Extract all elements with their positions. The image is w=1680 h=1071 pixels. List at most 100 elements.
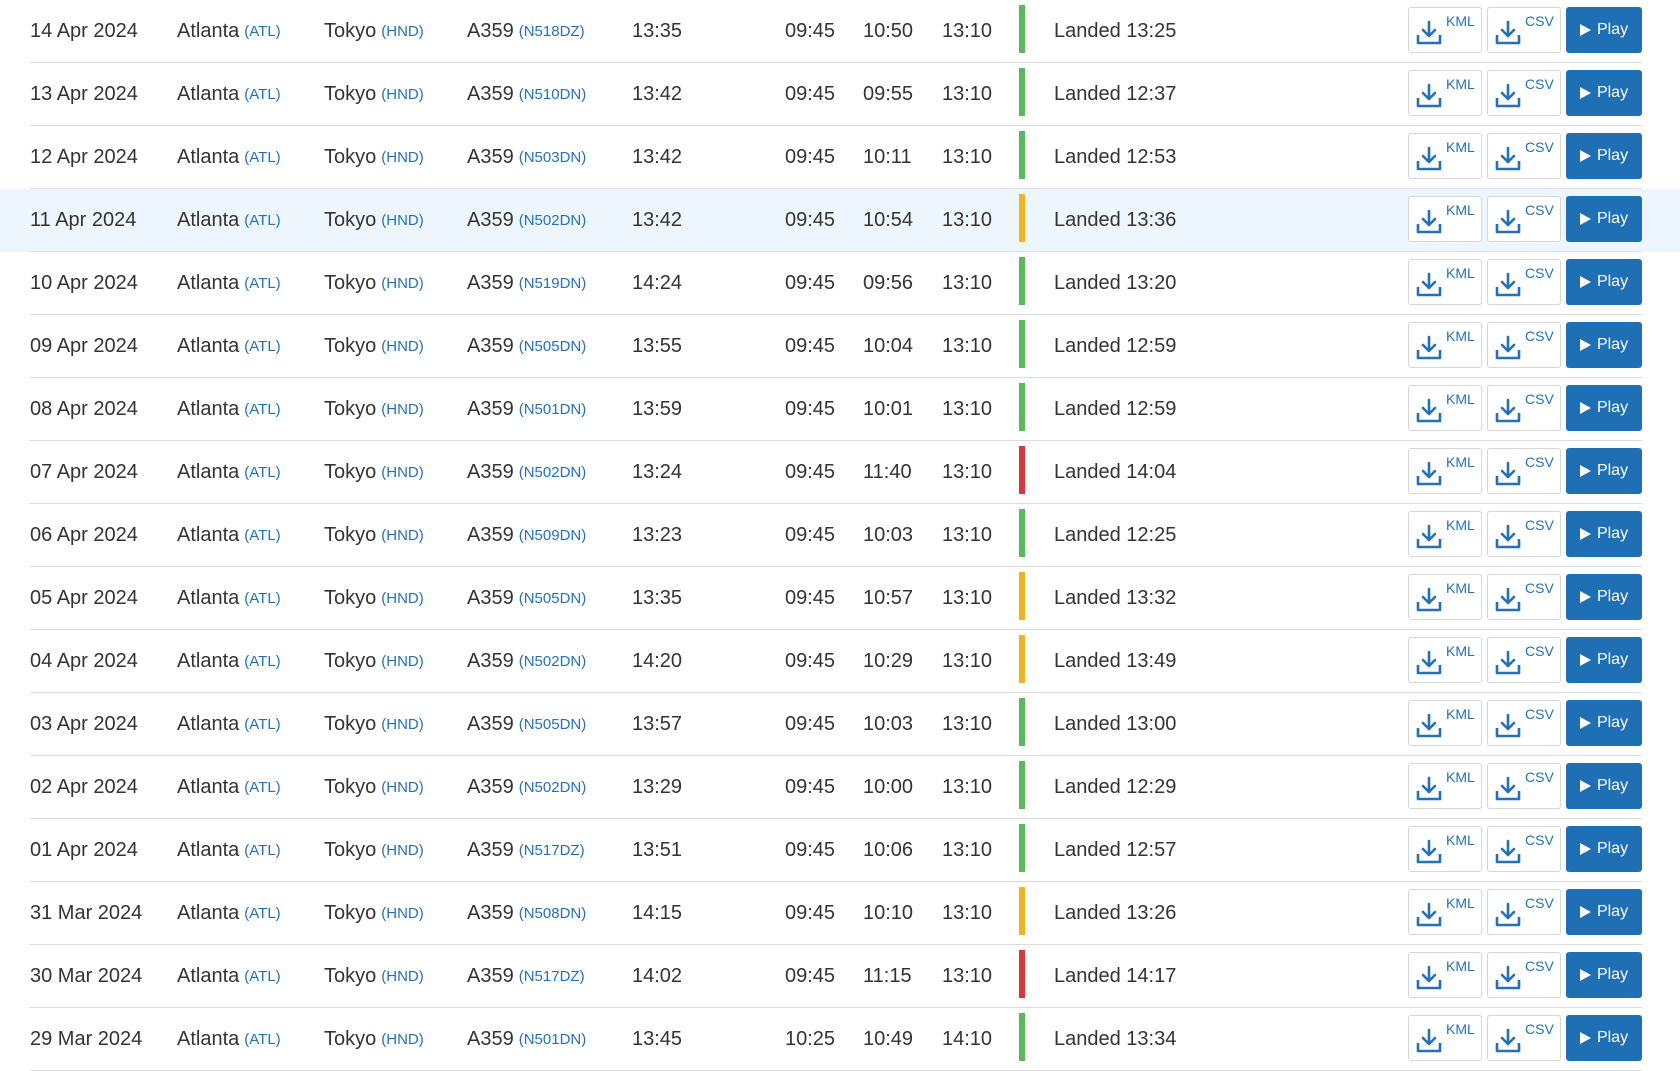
- origin-code-link[interactable]: (ATL): [244, 716, 280, 733]
- kml-download-button[interactable]: KML: [1408, 763, 1482, 809]
- play-button[interactable]: Play: [1566, 637, 1642, 683]
- csv-download-button[interactable]: CSV: [1487, 448, 1561, 494]
- aircraft-registration-link[interactable]: (N505DN): [519, 338, 587, 355]
- origin-code-link[interactable]: (ATL): [244, 401, 280, 418]
- csv-download-button[interactable]: CSV: [1487, 511, 1561, 557]
- csv-download-button[interactable]: CSV: [1487, 700, 1561, 746]
- destination-code-link[interactable]: (HND): [381, 338, 424, 355]
- csv-download-button[interactable]: CSV: [1487, 952, 1561, 998]
- destination-code-link[interactable]: (HND): [381, 653, 424, 670]
- play-button[interactable]: Play: [1566, 889, 1642, 935]
- kml-download-button[interactable]: KML: [1408, 952, 1482, 998]
- kml-download-button[interactable]: KML: [1408, 448, 1482, 494]
- csv-download-button[interactable]: CSV: [1487, 7, 1561, 53]
- play-button[interactable]: Play: [1566, 826, 1642, 872]
- destination-code-link[interactable]: (HND): [381, 464, 424, 481]
- aircraft-registration-link[interactable]: (N510DN): [519, 86, 587, 103]
- origin-code-link[interactable]: (ATL): [244, 905, 280, 922]
- destination-code-link[interactable]: (HND): [381, 1031, 424, 1048]
- origin-code-link[interactable]: (ATL): [244, 212, 280, 229]
- destination-code-link[interactable]: (HND): [381, 212, 424, 229]
- kml-download-button[interactable]: KML: [1408, 700, 1482, 746]
- destination-code-link[interactable]: (HND): [381, 149, 424, 166]
- csv-download-button[interactable]: CSV: [1487, 133, 1561, 179]
- kml-download-button[interactable]: KML: [1408, 385, 1482, 431]
- play-button[interactable]: Play: [1566, 511, 1642, 557]
- origin-code-link[interactable]: (ATL): [244, 338, 280, 355]
- destination-code-link[interactable]: (HND): [381, 716, 424, 733]
- origin-code-link[interactable]: (ATL): [244, 1031, 280, 1048]
- destination-code-link[interactable]: (HND): [381, 842, 424, 859]
- aircraft-registration-link[interactable]: (N501DN): [519, 401, 587, 418]
- csv-download-button[interactable]: CSV: [1487, 70, 1561, 116]
- play-button[interactable]: Play: [1566, 133, 1642, 179]
- aircraft-registration-link[interactable]: (N502DN): [519, 464, 587, 481]
- play-button[interactable]: Play: [1566, 952, 1642, 998]
- destination-code-link[interactable]: (HND): [381, 779, 424, 796]
- csv-download-button[interactable]: CSV: [1487, 889, 1561, 935]
- kml-download-button[interactable]: KML: [1408, 322, 1482, 368]
- kml-download-button[interactable]: KML: [1408, 511, 1482, 557]
- csv-download-button[interactable]: CSV: [1487, 763, 1561, 809]
- play-button[interactable]: Play: [1566, 322, 1642, 368]
- origin-code-link[interactable]: (ATL): [244, 779, 280, 796]
- origin-code-link[interactable]: (ATL): [244, 86, 280, 103]
- origin-code-link[interactable]: (ATL): [244, 275, 280, 292]
- csv-download-button[interactable]: CSV: [1487, 385, 1561, 431]
- csv-download-button[interactable]: CSV: [1487, 826, 1561, 872]
- aircraft-registration-link[interactable]: (N517DZ): [519, 842, 585, 859]
- play-button[interactable]: Play: [1566, 700, 1642, 746]
- aircraft-registration-link[interactable]: (N501DN): [519, 1031, 587, 1048]
- origin-code-link[interactable]: (ATL): [244, 149, 280, 166]
- destination-code-link[interactable]: (HND): [381, 905, 424, 922]
- destination-code-link[interactable]: (HND): [381, 86, 424, 103]
- play-button[interactable]: Play: [1566, 574, 1642, 620]
- kml-download-button[interactable]: KML: [1408, 259, 1482, 305]
- aircraft-registration-link[interactable]: (N502DN): [519, 653, 587, 670]
- play-button[interactable]: Play: [1566, 763, 1642, 809]
- aircraft-registration-link[interactable]: (N518DZ): [519, 23, 585, 40]
- origin-code-link[interactable]: (ATL): [244, 653, 280, 670]
- aircraft-registration-link[interactable]: (N517DZ): [519, 968, 585, 985]
- destination-code-link[interactable]: (HND): [381, 23, 424, 40]
- play-button[interactable]: Play: [1566, 1015, 1642, 1061]
- origin-code-link[interactable]: (ATL): [244, 842, 280, 859]
- origin-code-link[interactable]: (ATL): [244, 968, 280, 985]
- origin-code-link[interactable]: (ATL): [244, 527, 280, 544]
- aircraft-registration-link[interactable]: (N503DN): [519, 149, 587, 166]
- origin-code-link[interactable]: (ATL): [244, 590, 280, 607]
- play-button[interactable]: Play: [1566, 448, 1642, 494]
- kml-download-button[interactable]: KML: [1408, 133, 1482, 179]
- csv-download-button[interactable]: CSV: [1487, 637, 1561, 683]
- csv-download-button[interactable]: CSV: [1487, 259, 1561, 305]
- aircraft-registration-link[interactable]: (N509DN): [519, 527, 587, 544]
- aircraft-registration-link[interactable]: (N508DN): [519, 905, 587, 922]
- aircraft-registration-link[interactable]: (N519DN): [519, 275, 587, 292]
- kml-download-button[interactable]: KML: [1408, 637, 1482, 683]
- destination-code-link[interactable]: (HND): [381, 968, 424, 985]
- destination-code-link[interactable]: (HND): [381, 590, 424, 607]
- kml-download-button[interactable]: KML: [1408, 826, 1482, 872]
- play-button[interactable]: Play: [1566, 196, 1642, 242]
- aircraft-registration-link[interactable]: (N505DN): [519, 590, 587, 607]
- kml-download-button[interactable]: KML: [1408, 1015, 1482, 1061]
- kml-download-button[interactable]: KML: [1408, 574, 1482, 620]
- origin-code-link[interactable]: (ATL): [244, 23, 280, 40]
- aircraft-registration-link[interactable]: (N505DN): [519, 716, 587, 733]
- play-button[interactable]: Play: [1566, 385, 1642, 431]
- csv-download-button[interactable]: CSV: [1487, 1015, 1561, 1061]
- origin-code-link[interactable]: (ATL): [244, 464, 280, 481]
- play-button[interactable]: Play: [1566, 7, 1642, 53]
- aircraft-registration-link[interactable]: (N502DN): [519, 212, 587, 229]
- kml-download-button[interactable]: KML: [1408, 889, 1482, 935]
- play-button[interactable]: Play: [1566, 259, 1642, 305]
- destination-code-link[interactable]: (HND): [381, 401, 424, 418]
- csv-download-button[interactable]: CSV: [1487, 574, 1561, 620]
- kml-download-button[interactable]: KML: [1408, 7, 1482, 53]
- play-button[interactable]: Play: [1566, 70, 1642, 116]
- kml-download-button[interactable]: KML: [1408, 70, 1482, 116]
- kml-download-button[interactable]: KML: [1408, 196, 1482, 242]
- aircraft-registration-link[interactable]: (N502DN): [519, 779, 587, 796]
- destination-code-link[interactable]: (HND): [381, 275, 424, 292]
- csv-download-button[interactable]: CSV: [1487, 196, 1561, 242]
